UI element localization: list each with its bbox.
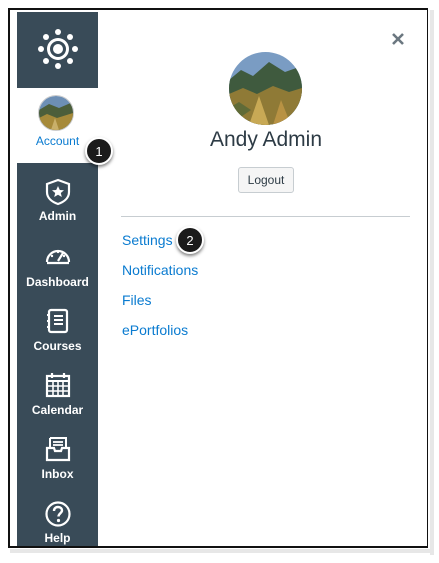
eportfolios-link[interactable]: ePortfolios [122,322,188,338]
notifications-link[interactable]: Notifications [122,262,198,278]
profile-avatar [229,52,302,125]
courses-book-icon [17,308,98,334]
global-nav-sidebar: Account Admin Dashboard Courses Calendar… [17,12,98,546]
callout-badge-2: 2 [176,226,204,254]
window-shadow-right [430,10,434,555]
files-link[interactable]: Files [122,292,152,308]
callout-badge-1: 1 [85,137,113,165]
nav-item-admin[interactable]: Admin [17,170,98,234]
inbox-icon [17,436,98,462]
close-tray-button[interactable] [387,28,409,50]
nav-admin-label: Admin [38,209,77,223]
calendar-icon [17,372,98,398]
nav-item-courses[interactable]: Courses [17,300,98,364]
canvas-logo[interactable] [17,12,98,85]
nav-item-calendar[interactable]: Calendar [17,364,98,428]
settings-link[interactable]: Settings [122,232,173,248]
divider [121,216,410,217]
nav-item-inbox[interactable]: Inbox [17,428,98,492]
nav-help-label: Help [44,531,71,545]
help-question-icon [17,500,98,528]
nav-item-help[interactable]: Help [17,492,98,556]
nav-dashboard-label: Dashboard [26,275,89,289]
nav-item-dashboard[interactable]: Dashboard [17,236,98,300]
logout-button[interactable]: Logout [238,167,294,193]
account-avatar [38,95,74,131]
canvas-logo-icon [37,28,78,69]
user-name: Andy Admin [209,128,323,151]
admin-shield-icon [17,178,98,206]
nav-courses-label: Courses [33,339,82,353]
close-icon [392,33,404,45]
nav-calendar-label: Calendar [31,403,84,417]
dashboard-gauge-icon [17,244,98,268]
nav-inbox-label: Inbox [41,467,74,481]
